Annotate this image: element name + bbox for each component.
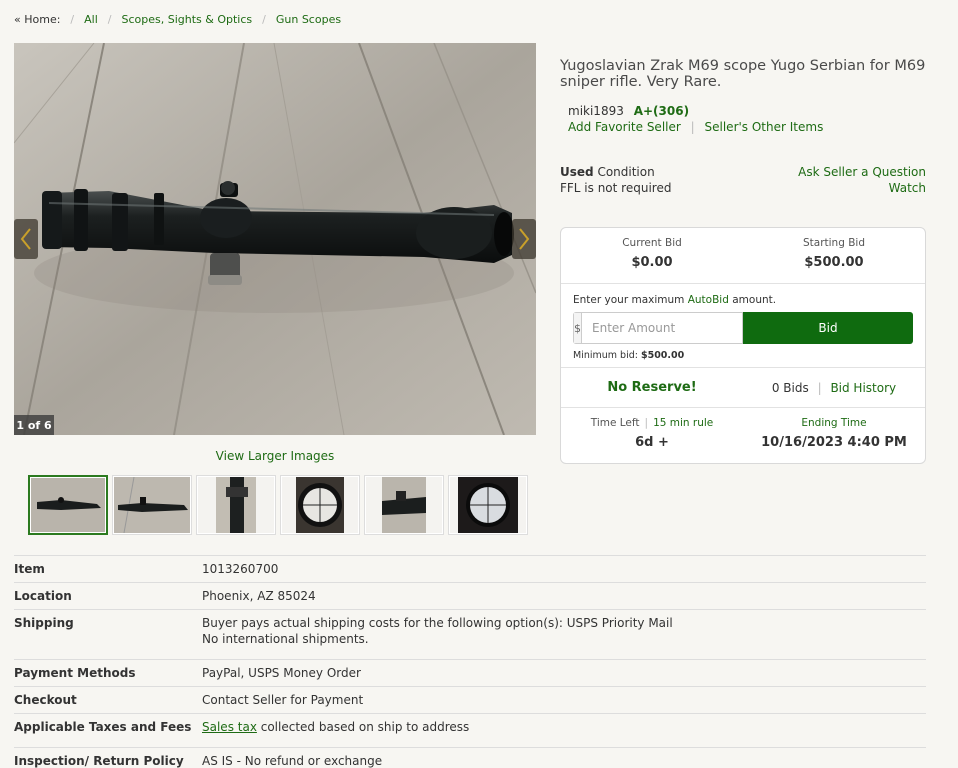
no-reserve-badge: No Reserve! xyxy=(607,380,697,395)
seller-rating[interactable]: A+(306) xyxy=(634,104,689,118)
ffl-status: FFL is not required xyxy=(560,181,672,195)
bid-entry: Enter your maximum AutoBid amount. $ Bid… xyxy=(561,284,925,368)
return-policy-label: Inspection/ Return Policy xyxy=(14,754,184,768)
bid-amount-input[interactable] xyxy=(582,313,742,343)
thumbnail-2[interactable] xyxy=(112,475,192,535)
breadcrumb-item-all[interactable]: All xyxy=(84,13,98,26)
location-label: Location xyxy=(14,589,72,603)
main-product-photo[interactable] xyxy=(14,43,536,435)
thumbnail-6[interactable] xyxy=(448,475,528,535)
divider: | xyxy=(690,120,695,134)
table-row: Payment Methods PayPal, USPS Money Order xyxy=(14,660,926,687)
minimum-bid-value: $500.00 xyxy=(640,350,685,361)
table-row: Shipping Buyer pays actual shipping cost… xyxy=(14,610,926,660)
starting-bid-value: $500.00 xyxy=(804,255,864,270)
bids-count: 0 Bids xyxy=(771,380,809,395)
condition-line: Used Condition xyxy=(560,164,671,180)
breadcrumb-separator: / xyxy=(70,13,75,26)
payment-methods-label: Payment Methods xyxy=(14,666,136,680)
photo-counter: 1 of 6 xyxy=(14,415,54,435)
breadcrumb-item-scopes[interactable]: Scopes, Sights & Optics xyxy=(122,13,253,26)
table-row: Location Phoenix, AZ 85024 xyxy=(14,583,926,610)
taxes-suffix: collected based on ship to address xyxy=(256,720,470,734)
seller-info: miki1893 A+(306) xyxy=(568,104,689,118)
bid-summary: Current Bid $0.00 Starting Bid $500.00 xyxy=(561,228,925,284)
taxes-value: Sales tax collected based on ship to add… xyxy=(202,719,926,735)
time-left-header: Time Left | 15 min rule xyxy=(561,417,743,429)
bid-status: No Reserve! 0 Bids | Bid History xyxy=(561,368,925,408)
current-bid-label: Current Bid xyxy=(622,237,682,249)
bid-amount-field: $ xyxy=(573,312,743,344)
previous-photo-button[interactable] xyxy=(14,219,38,259)
breadcrumb-home[interactable]: « Home: xyxy=(14,13,60,26)
shipping-line-1: Buyer pays actual shipping costs for the… xyxy=(202,616,673,630)
current-bid-value: $0.00 xyxy=(631,255,673,270)
thumbnail-3[interactable] xyxy=(196,475,276,535)
location-value: Phoenix, AZ 85024 xyxy=(202,589,316,603)
condition-info: Used Condition FFL is not required xyxy=(560,164,671,196)
thumbnail-5[interactable] xyxy=(364,475,444,535)
autobid-suffix: amount. xyxy=(728,294,777,306)
time-left-label: Time Left xyxy=(590,417,640,429)
divider: | xyxy=(817,380,822,395)
ending-time-label: Ending Time xyxy=(801,417,867,429)
item-value: 1013260700 xyxy=(202,562,279,576)
item-details-table: Item 1013260700 Location Phoenix, AZ 850… xyxy=(14,555,926,768)
seller-name[interactable]: miki1893 xyxy=(568,104,624,118)
payment-methods-value: PayPal, USPS Money Order xyxy=(202,666,361,680)
minimum-bid: Minimum bid: $500.00 xyxy=(573,350,684,361)
shipping-value: Buyer pays actual shipping costs for the… xyxy=(202,615,926,647)
ask-seller-question-link[interactable]: Ask Seller a Question xyxy=(798,165,926,179)
bid-history-link[interactable]: Bid History xyxy=(830,381,896,395)
starting-bid-label: Starting Bid xyxy=(802,237,865,249)
next-photo-button[interactable] xyxy=(512,219,536,259)
time-info: Time Left | 15 min rule 6d + Ending Time 1… xyxy=(561,408,925,450)
bid-panel: Current Bid $0.00 Starting Bid $500.00 E… xyxy=(560,227,926,464)
table-row: Item 1013260700 xyxy=(14,556,926,583)
bid-button[interactable]: Bid xyxy=(743,312,913,344)
listing-title: Yugoslavian Zrak M69 scope Yugo Serbian … xyxy=(560,58,926,90)
checkout-value: Contact Seller for Payment xyxy=(202,693,364,707)
dollar-sign: $ xyxy=(574,313,582,343)
minimum-bid-label: Minimum bid: xyxy=(573,350,641,361)
autobid-prefix: Enter your maximum xyxy=(573,294,688,306)
sales-tax-link[interactable]: Sales tax xyxy=(202,720,257,734)
table-row: Applicable Taxes and Fees Sales tax coll… xyxy=(14,714,926,748)
thumbnail-strip xyxy=(28,475,528,535)
breadcrumb-separator: / xyxy=(107,13,112,26)
breadcrumb-item-gun-scopes[interactable]: Gun Scopes xyxy=(276,13,341,26)
shipping-line-2: No international shipments. xyxy=(202,632,369,646)
seller-links: Add Favorite Seller | Seller's Other Ite… xyxy=(568,120,823,134)
fifteen-min-rule-link[interactable]: 15 min rule xyxy=(653,417,713,429)
checkout-label: Checkout xyxy=(14,693,77,707)
chevron-left-icon xyxy=(20,228,31,250)
table-row: Checkout Contact Seller for Payment xyxy=(14,687,926,714)
sellers-other-items-link[interactable]: Seller's Other Items xyxy=(705,120,824,134)
taxes-label: Applicable Taxes and Fees xyxy=(14,720,192,734)
add-favorite-seller-link[interactable]: Add Favorite Seller xyxy=(568,120,681,134)
watch-link[interactable]: Watch xyxy=(889,181,926,195)
item-label: Item xyxy=(14,562,45,576)
ending-time-value: 10/16/2023 4:40 PM xyxy=(761,435,907,450)
autobid-link[interactable]: AutoBid xyxy=(688,294,729,306)
time-left-value: 6d + xyxy=(635,435,669,450)
table-row: Inspection/ Return Policy AS IS - No ref… xyxy=(14,748,926,768)
chevron-right-icon xyxy=(519,228,530,250)
condition-value: Used xyxy=(560,165,594,179)
thumbnail-1[interactable] xyxy=(28,475,108,535)
return-policy-value: AS IS - No refund or exchange xyxy=(202,754,383,768)
autobid-instruction: Enter your maximum AutoBid amount. xyxy=(573,294,776,306)
thumbnail-4[interactable] xyxy=(280,475,360,535)
divider: | xyxy=(644,417,649,429)
condition-suffix: Condition xyxy=(593,165,655,179)
breadcrumb-separator: / xyxy=(262,13,266,26)
breadcrumb: « Home: / All / Scopes, Sights & Optics … xyxy=(14,13,341,26)
shipping-label: Shipping xyxy=(14,616,74,630)
bids-info: 0 Bids | Bid History xyxy=(743,381,925,395)
view-larger-images-link[interactable]: View Larger Images xyxy=(14,449,536,463)
action-links: Ask Seller a Question Watch xyxy=(798,164,926,196)
